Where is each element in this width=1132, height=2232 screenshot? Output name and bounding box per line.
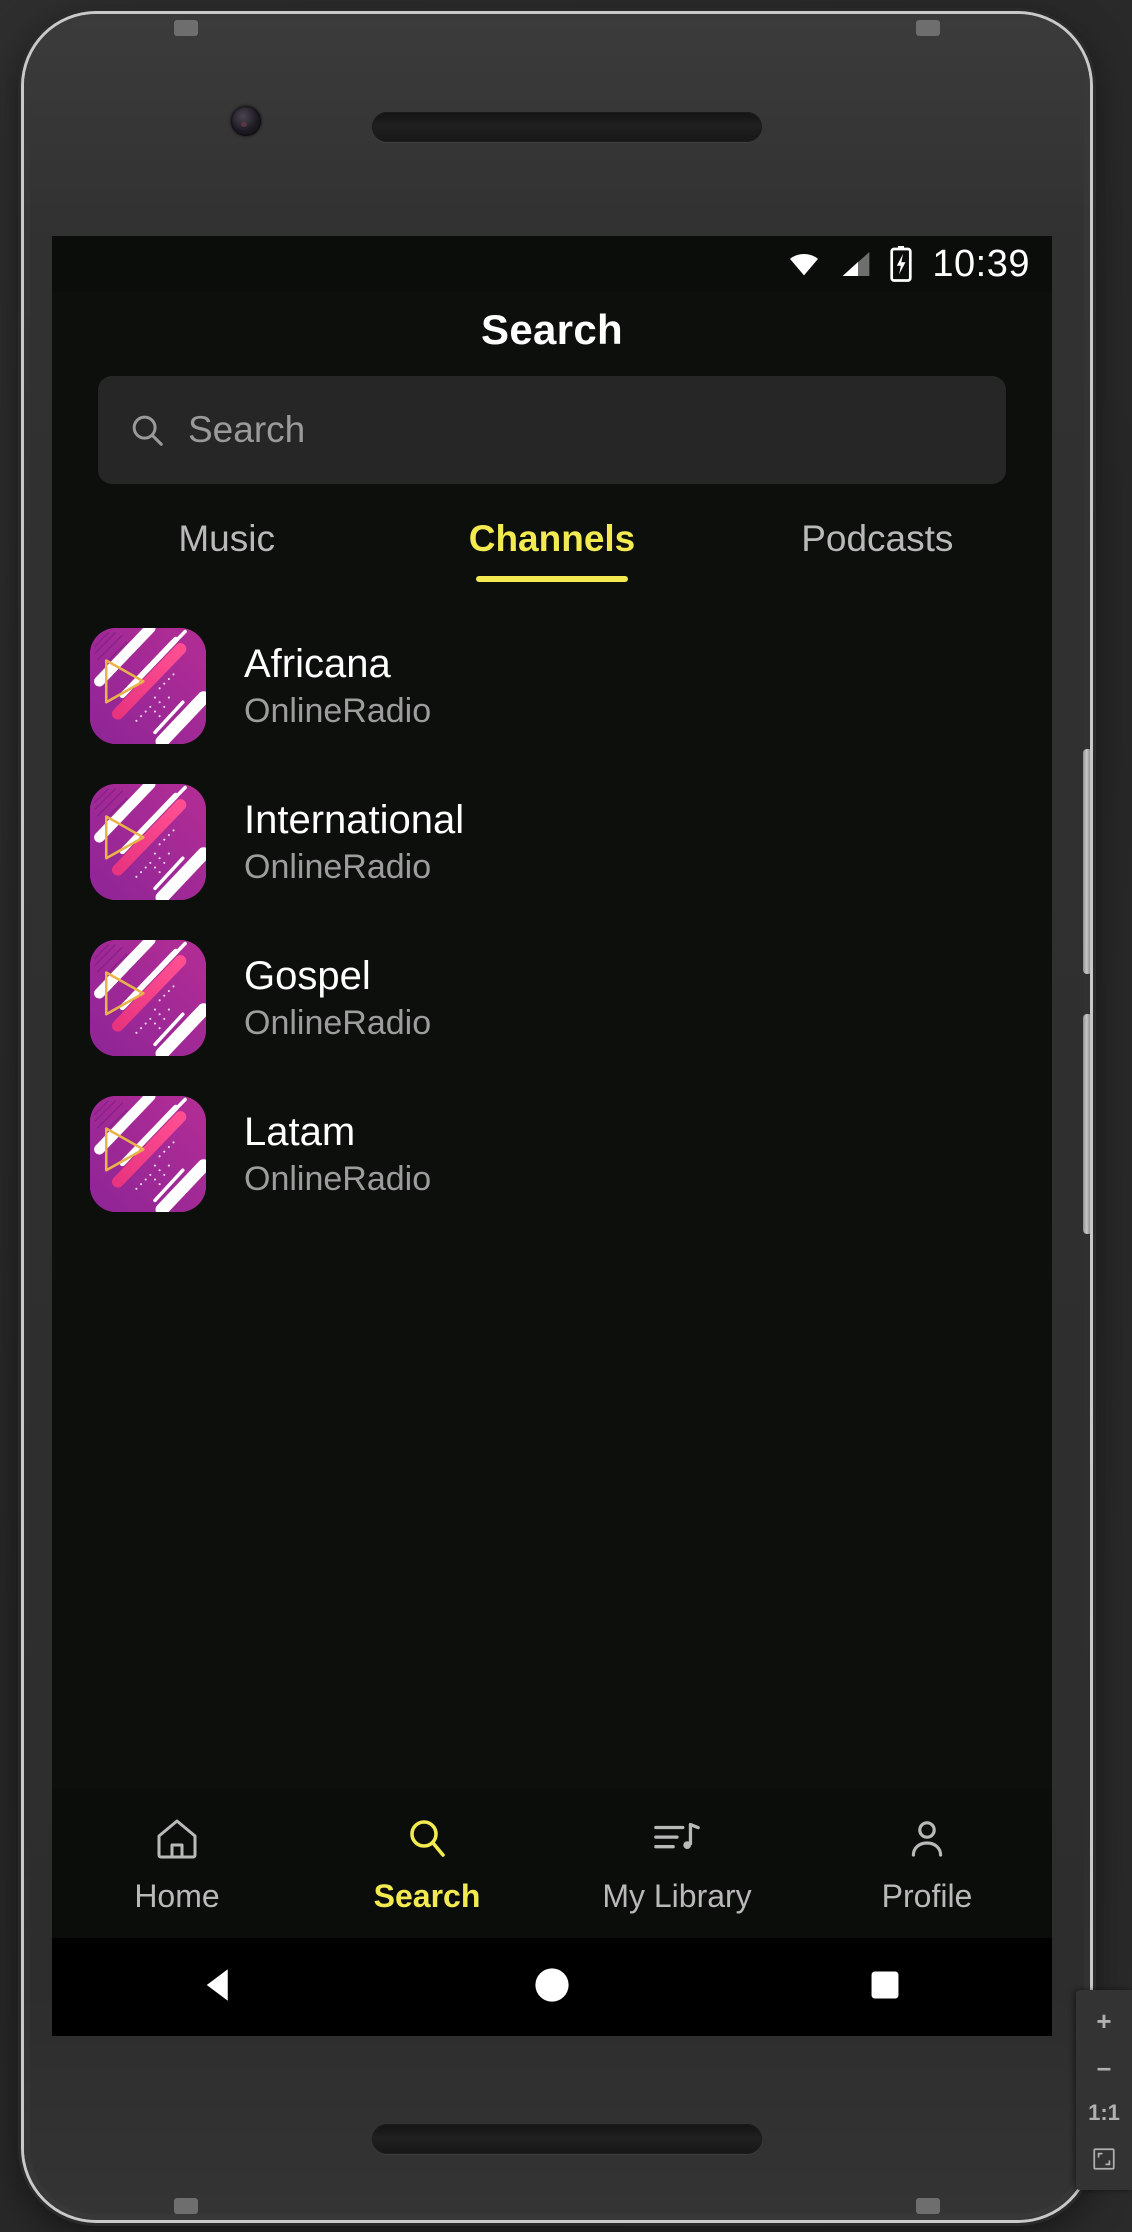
- desktop-backdrop: 10:39 Search Search Music Channels Podca…: [0, 0, 1132, 2232]
- tab-label: Channels: [468, 518, 636, 559]
- list-item-title: Africana: [244, 642, 391, 686]
- circle-home-icon: [531, 1964, 573, 2011]
- android-system-navigation: [52, 1938, 1052, 2036]
- bezel-nub-bottom-right: [916, 2198, 940, 2214]
- bottom-navigation-bar: Home Search My Library Profile: [52, 1788, 1052, 1938]
- zoom-out-button[interactable]: –: [1082, 2048, 1126, 2086]
- channel-results-list: Africana OnlineRadio International Onlin…: [52, 582, 1052, 1232]
- tab-label: Music: [178, 518, 275, 559]
- triangle-back-icon: [198, 1964, 240, 2011]
- list-item-subtitle: OnlineRadio: [244, 692, 432, 730]
- tab-active-underline: [475, 576, 628, 582]
- search-input-placeholder: Search: [188, 409, 306, 450]
- zoom-control-panel: + – 1:1: [1076, 1990, 1132, 2190]
- bezel-nub-top-right: [916, 20, 940, 36]
- list-item-text: International OnlineRadio: [244, 800, 464, 884]
- recents-button[interactable]: [719, 1966, 1052, 2009]
- power-button[interactable]: [1083, 1014, 1090, 1234]
- square-recents-icon: [866, 1966, 904, 2009]
- search-field-container: Search: [52, 376, 1052, 484]
- list-item-title: Latam: [244, 1110, 356, 1154]
- list-item[interactable]: International OnlineRadio: [52, 764, 1052, 920]
- page-title: Search: [481, 306, 623, 353]
- nav-item-search[interactable]: Search: [302, 1812, 552, 1915]
- tab-music[interactable]: Music: [64, 518, 389, 582]
- nav-item-home[interactable]: Home: [52, 1812, 302, 1915]
- home-icon: [153, 1812, 201, 1866]
- bottom-speaker: [372, 2124, 762, 2154]
- list-item-text: Latam OnlineRadio: [244, 1112, 431, 1196]
- back-button[interactable]: [52, 1964, 385, 2011]
- volume-button[interactable]: [1083, 749, 1090, 974]
- radio-channel-artwork: [90, 940, 206, 1056]
- fit-to-screen-icon[interactable]: [1082, 2140, 1126, 2178]
- nav-label: Profile: [881, 1877, 973, 1914]
- playlist-music-icon: [652, 1812, 702, 1866]
- zoom-in-button[interactable]: +: [1082, 2002, 1126, 2040]
- list-item-text: Gospel OnlineRadio: [244, 956, 431, 1040]
- nav-label: Search: [373, 1877, 481, 1914]
- list-item-title: Gospel: [244, 954, 371, 998]
- cellular-signal-icon: [838, 248, 874, 280]
- list-item-subtitle: OnlineRadio: [244, 848, 432, 886]
- list-item[interactable]: Latam OnlineRadio: [52, 1076, 1052, 1232]
- tab-podcasts[interactable]: Podcasts: [715, 518, 1040, 582]
- person-icon: [903, 1812, 951, 1866]
- phone-screen: 10:39 Search Search Music Channels Podca…: [52, 236, 1052, 2036]
- nav-item-my-library[interactable]: My Library: [552, 1812, 802, 1915]
- bezel-nub-top-left: [174, 20, 198, 36]
- earpiece-speaker: [372, 112, 762, 142]
- phone-device: 10:39 Search Search Music Channels Podca…: [24, 14, 1090, 2220]
- status-bar: 10:39: [52, 236, 1052, 292]
- tab-channels[interactable]: Channels: [389, 518, 714, 582]
- radio-channel-artwork: [90, 1096, 206, 1212]
- nav-label: My Library: [602, 1877, 752, 1914]
- list-item-title: International: [244, 798, 465, 842]
- battery-charging-icon: [888, 246, 914, 282]
- radio-channel-artwork: [90, 628, 206, 744]
- list-item[interactable]: Gospel OnlineRadio: [52, 920, 1052, 1076]
- wifi-icon: [784, 248, 824, 280]
- list-item-text: Africana OnlineRadio: [244, 644, 431, 728]
- radio-channel-artwork: [90, 784, 206, 900]
- search-icon: [403, 1812, 451, 1866]
- search-input[interactable]: Search: [98, 376, 1006, 484]
- nav-label: Home: [134, 1877, 220, 1914]
- list-item[interactable]: Africana OnlineRadio: [52, 608, 1052, 764]
- front-camera-icon: [231, 106, 261, 136]
- search-icon: [128, 411, 166, 449]
- list-item-subtitle: OnlineRadio: [244, 1004, 432, 1042]
- actual-size-button[interactable]: 1:1: [1082, 2094, 1126, 2132]
- list-item-subtitle: OnlineRadio: [244, 1160, 432, 1198]
- tab-label: Podcasts: [801, 518, 954, 559]
- nav-item-profile[interactable]: Profile: [802, 1812, 1052, 1915]
- bezel-nub-bottom-left: [174, 2198, 198, 2214]
- status-bar-clock: 10:39: [932, 242, 1030, 285]
- category-tabs: Music Channels Podcasts: [52, 518, 1052, 582]
- home-button[interactable]: [385, 1964, 718, 2011]
